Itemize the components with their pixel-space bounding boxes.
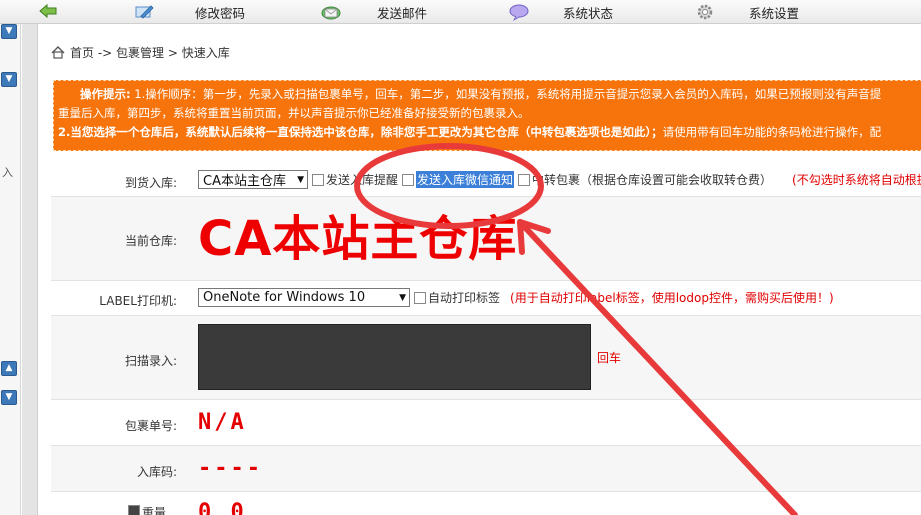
weight-label-wrap: 重量 — [51, 504, 166, 515]
current-warehouse-value: CA本站主仓库 — [198, 211, 518, 267]
toolbar-label: 发送邮件 — [377, 5, 428, 21]
wechat-notice-checkbox[interactable] — [402, 173, 415, 186]
breadcrumb-text: 首页 -> 包裹管理 > 快速入库 — [70, 46, 230, 60]
weight-checkbox[interactable] — [127, 505, 140, 515]
toolbar-system-status[interactable]: 系统状态 — [508, 2, 613, 22]
inbound-form: 到货入库: CA本站主仓库 ▼ 发送入库提醒 发送入库微信通知 中转包裹（根据仓… — [51, 164, 921, 515]
chevron-down-icon[interactable]: ▼ — [1, 24, 17, 39]
transfer-parcel-checkbox[interactable] — [518, 173, 531, 186]
mail-icon — [321, 6, 341, 20]
gear-icon — [697, 4, 713, 20]
toolbar-system-settings[interactable]: 系统设置 — [694, 2, 799, 22]
toolbar-label: 修改密码 — [195, 5, 246, 21]
back-arrow-icon[interactable] — [38, 3, 58, 19]
warehouse-note: (不勾选时系统将自动根据会 — [792, 173, 921, 187]
notice-line3: 请使用带有回车功能的条码枪进行操作，配 — [662, 125, 882, 139]
left-sidebar: ▼ ▼ 入 ▲ ▼ — [0, 24, 21, 515]
chat-icon — [509, 4, 529, 21]
chevron-down-icon[interactable]: ▼ — [1, 390, 17, 405]
row-inbound-code: 入库码: ---- — [51, 446, 921, 492]
notice-title: 操作提示: — [80, 87, 131, 101]
row-printer: LABEL打印机: OneNote for Windows 10 ▼ 自动打印标… — [51, 281, 921, 316]
printer-note: (用于自动打印label标签，使用lodop控件，需购买后使用！) — [510, 291, 834, 305]
warehouse-select-value: CA本站主仓库 — [203, 174, 286, 189]
notice-line1: 1.操作顺序：第一步，先录入或扫描包裹单号，回车，第二步，如果没有预报，系统将用… — [130, 87, 882, 101]
breadcrumb: 首页 -> 包裹管理 > 快速入库 — [51, 44, 230, 61]
frame-splitter[interactable] — [22, 24, 38, 515]
chevron-down-icon: ▼ — [399, 292, 406, 303]
toolbar-change-password[interactable]: 修改密码 — [133, 2, 245, 22]
row-parcel-number: 包裹单号: N/A — [51, 400, 921, 446]
home-icon — [51, 46, 65, 59]
auto-print-checkbox[interactable] — [414, 291, 426, 304]
notice-line2: 重量后入库，第四步，系统将重置当前页面，并以声音提示你已经准备好接受新的包裹录入… — [58, 106, 530, 120]
warehouse-select[interactable]: CA本站主仓库 ▼ — [198, 170, 308, 189]
chevron-down-icon: ▼ — [297, 174, 304, 185]
chevron-up-icon[interactable]: ▲ — [1, 361, 17, 376]
transfer-parcel-label: 中转包裹（根据仓库设置可能会收取转仓费） — [532, 173, 773, 187]
printer-select-value: OneNote for Windows 10 — [203, 290, 366, 305]
top-toolbar: 修改密码 发送邮件 系统状态 系统设置 — [0, 0, 921, 24]
row-current-warehouse: 当前仓库: CA本站主仓库 — [51, 197, 921, 281]
notice-line3-bold: 2.当您选择一个仓库后，系统默认后续将一直保持选中该仓库，除非您手工更改为其它仓… — [58, 125, 663, 139]
printer-label: LABEL打印机: — [99, 294, 177, 308]
printer-select[interactable]: OneNote for Windows 10 ▼ — [198, 288, 410, 307]
current-warehouse-label: 当前仓库: — [124, 234, 177, 248]
inbound-code-label: 入库码: — [136, 465, 177, 479]
wechat-notice-label: 发送入库微信通知 — [416, 171, 515, 188]
row-weight: 重量 0.0 — [51, 492, 921, 515]
auto-print-label: 自动打印标签 — [428, 291, 501, 305]
row-scan: 扫描录入: 回车 — [51, 316, 921, 400]
send-notice-checkbox[interactable] — [312, 173, 324, 186]
scan-input[interactable] — [198, 324, 591, 390]
sidebar-text: 入 — [2, 166, 13, 179]
weight-label: 重量 — [141, 506, 166, 515]
enter-hint: 回车 — [597, 350, 622, 365]
main-content: 首页 -> 包裹管理 > 快速入库 操作提示: 1.操作顺序：第一步，先录入或扫… — [39, 24, 921, 515]
toolbar-send-mail[interactable]: 发送邮件 — [320, 2, 427, 22]
toolbar-label: 系统状态 — [563, 5, 614, 21]
weight-value: 0.0 — [198, 500, 247, 515]
warehouse-label: 到货入库: — [124, 176, 177, 190]
row-warehouse: 到货入库: CA本站主仓库 ▼ 发送入库提醒 发送入库微信通知 中转包裹（根据仓… — [51, 164, 921, 197]
toolbar-label: 系统设置 — [749, 5, 800, 21]
operation-notice: 操作提示: 1.操作顺序：第一步，先录入或扫描包裹单号，回车，第二步，如果没有预… — [53, 80, 921, 151]
scan-label: 扫描录入: — [124, 354, 177, 368]
send-notice-label: 发送入库提醒 — [326, 173, 399, 187]
chevron-down-icon[interactable]: ▼ — [1, 72, 17, 87]
inbound-code-value: ---- — [198, 456, 263, 481]
pencil-icon — [135, 5, 154, 19]
parcel-number-value: N/A — [198, 410, 247, 435]
parcel-number-label: 包裹单号: — [124, 419, 177, 433]
